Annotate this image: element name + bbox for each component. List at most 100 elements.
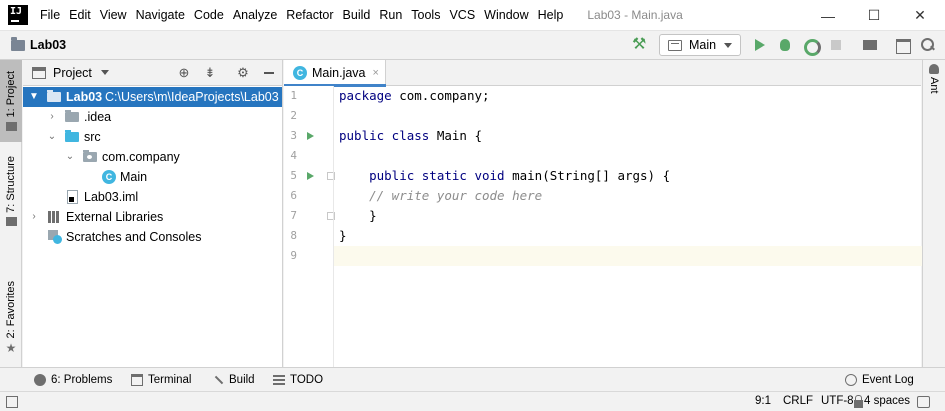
code-line: } bbox=[339, 226, 347, 246]
tab-favorites[interactable]: 2: Favorites ★ bbox=[0, 278, 22, 358]
menu-file[interactable]: File bbox=[40, 6, 60, 24]
project-structure-icon[interactable] bbox=[862, 37, 878, 53]
chevron-down-icon[interactable]: ⌄ bbox=[65, 152, 75, 162]
menu-vcs[interactable]: VCS bbox=[449, 6, 475, 24]
tab-label: Main.java bbox=[312, 66, 366, 80]
status-bar: 9:1 CRLF UTF-8 4 spaces bbox=[0, 391, 945, 411]
run-main-gutter-icon[interactable] bbox=[307, 172, 314, 180]
stop-icon[interactable] bbox=[828, 37, 844, 53]
chevron-down-icon[interactable]: ▼ bbox=[29, 92, 39, 102]
folder-icon bbox=[65, 110, 79, 122]
tree-node-label: .idea bbox=[84, 110, 112, 124]
project-view-selector[interactable]: Project bbox=[53, 66, 92, 80]
close-button[interactable]: ✕ bbox=[897, 0, 943, 31]
run-configuration-dropdown[interactable]: Main bbox=[659, 34, 741, 56]
toggle-tool-windows-icon[interactable] bbox=[6, 396, 18, 408]
caret-position[interactable]: 9:1 bbox=[755, 395, 771, 407]
gear-icon[interactable]: ⚙ bbox=[235, 65, 251, 81]
run-icon[interactable] bbox=[752, 37, 768, 53]
tab-structure[interactable]: 7: Structure bbox=[0, 150, 22, 232]
ant-icon bbox=[929, 64, 939, 74]
menu-build[interactable]: Build bbox=[343, 6, 371, 24]
code-text: } bbox=[339, 228, 347, 243]
chevron-down-icon[interactable]: ⌄ bbox=[47, 132, 57, 142]
build-hammer-icon[interactable]: ⚒ bbox=[632, 36, 650, 54]
chevron-down-icon[interactable] bbox=[100, 70, 109, 75]
tree-node-lab03[interactable]: ▼ Lab03 C:\Users\m\IdeaProjects\Lab03 bbox=[23, 87, 282, 107]
menu-run[interactable]: Run bbox=[379, 6, 402, 24]
project-panel: Project ⊕ ⇟ ⚙ ▼ Lab03 C:\Users\m\IdeaPro… bbox=[23, 60, 283, 367]
close-tab-icon[interactable]: × bbox=[373, 67, 379, 79]
locate-target-icon[interactable]: ⊕ bbox=[176, 65, 192, 81]
tree-node-label: src bbox=[84, 130, 101, 144]
search-icon[interactable] bbox=[920, 37, 936, 53]
line-number: 6 bbox=[290, 189, 297, 202]
chevron-right-icon[interactable]: › bbox=[47, 112, 57, 122]
tree-node-main[interactable]: C Main bbox=[23, 167, 282, 187]
tool-todo[interactable]: TODO bbox=[273, 372, 323, 388]
class-icon: C bbox=[293, 66, 307, 80]
editor-area: C Main.java × 1 2 3 4 5 6 7 8 9 package … bbox=[284, 60, 922, 367]
project-view-icon bbox=[32, 66, 46, 79]
code-text: main(String[] args) { bbox=[512, 168, 671, 183]
code-keyword: package bbox=[339, 88, 400, 103]
menu-navigate[interactable]: Navigate bbox=[136, 6, 185, 24]
hide-panel-icon[interactable] bbox=[261, 65, 277, 81]
intellij-logo-icon: IJ bbox=[8, 5, 28, 25]
inspector-face-icon[interactable] bbox=[917, 396, 930, 408]
terminal-icon[interactable] bbox=[895, 37, 911, 54]
editor-gutter[interactable]: 1 2 3 4 5 6 7 8 9 bbox=[284, 86, 335, 367]
tool-build[interactable]: Build bbox=[212, 372, 255, 388]
menu-window[interactable]: Window bbox=[484, 6, 528, 24]
tool-terminal-label: Terminal bbox=[148, 374, 192, 386]
code-text-area[interactable]: package com.company; public class Main {… bbox=[333, 86, 922, 367]
tab-ant[interactable]: Ant bbox=[923, 64, 945, 104]
line-separator[interactable]: CRLF bbox=[783, 395, 813, 407]
event-log-icon bbox=[845, 374, 857, 386]
menu-view[interactable]: View bbox=[100, 6, 127, 24]
tool-terminal[interactable]: Terminal bbox=[131, 372, 191, 388]
menu-edit[interactable]: Edit bbox=[69, 6, 91, 24]
indent-setting[interactable]: 4 spaces bbox=[864, 395, 910, 407]
window-title: Lab03 - Main.java bbox=[587, 8, 683, 22]
tool-problems[interactable]: 6: Problems bbox=[34, 372, 112, 388]
libraries-icon bbox=[48, 211, 61, 223]
lock-icon[interactable] bbox=[854, 395, 863, 408]
tree-node-src[interactable]: ⌄ src bbox=[23, 127, 282, 147]
tree-node-label: Scratches and Consoles bbox=[66, 230, 202, 244]
tree-node-idea[interactable]: › .idea bbox=[23, 107, 282, 127]
tab-main-java[interactable]: C Main.java × bbox=[284, 60, 386, 87]
tree-node-external-libraries[interactable]: › External Libraries bbox=[23, 207, 282, 227]
tab-structure-label: 7: Structure bbox=[5, 156, 17, 213]
menu-tools[interactable]: Tools bbox=[411, 6, 440, 24]
code-keyword: public class bbox=[339, 128, 437, 143]
run-class-gutter-icon[interactable] bbox=[307, 132, 314, 140]
menu-help[interactable]: Help bbox=[538, 6, 564, 24]
tool-event-log[interactable]: Event Log bbox=[845, 372, 914, 388]
tree-node-lab03-iml[interactable]: Lab03.iml bbox=[23, 187, 282, 207]
tree-node-path: C:\Users\m\IdeaProjects\Lab03 bbox=[105, 90, 279, 104]
tree-node-scratches[interactable]: Scratches and Consoles bbox=[23, 227, 282, 247]
line-number: 9 bbox=[290, 249, 297, 262]
line-number: 1 bbox=[290, 89, 297, 102]
code-keyword: public static void bbox=[339, 168, 513, 183]
code-comment: // write your code here bbox=[339, 188, 543, 203]
tree-node-com-company[interactable]: ⌄ com.company bbox=[23, 147, 282, 167]
menu-refactor[interactable]: Refactor bbox=[286, 6, 333, 24]
file-encoding[interactable]: UTF-8 bbox=[821, 395, 854, 407]
breadcrumb-project[interactable]: Lab03 bbox=[30, 38, 66, 52]
debug-bug-icon[interactable] bbox=[777, 37, 793, 53]
collapse-all-icon[interactable]: ⇟ bbox=[202, 65, 218, 81]
tab-project[interactable]: 1: Project bbox=[0, 60, 22, 142]
tab-ant-label: Ant bbox=[928, 77, 940, 94]
menu-analyze[interactable]: Analyze bbox=[233, 6, 277, 24]
left-tool-stripe: 1: Project 7: Structure 2: Favorites ★ bbox=[0, 60, 22, 367]
tool-problems-label: 6: Problems bbox=[51, 374, 113, 386]
run-with-coverage-icon[interactable] bbox=[802, 37, 821, 56]
bottom-tool-bar: 6: Problems Terminal Build TODO Event Lo… bbox=[0, 367, 945, 391]
chevron-right-icon[interactable]: › bbox=[29, 212, 39, 222]
menu-code[interactable]: Code bbox=[194, 6, 224, 24]
minimize-button[interactable]: — bbox=[805, 0, 851, 31]
package-icon bbox=[83, 150, 97, 162]
maximize-button[interactable]: ☐ bbox=[851, 0, 897, 31]
